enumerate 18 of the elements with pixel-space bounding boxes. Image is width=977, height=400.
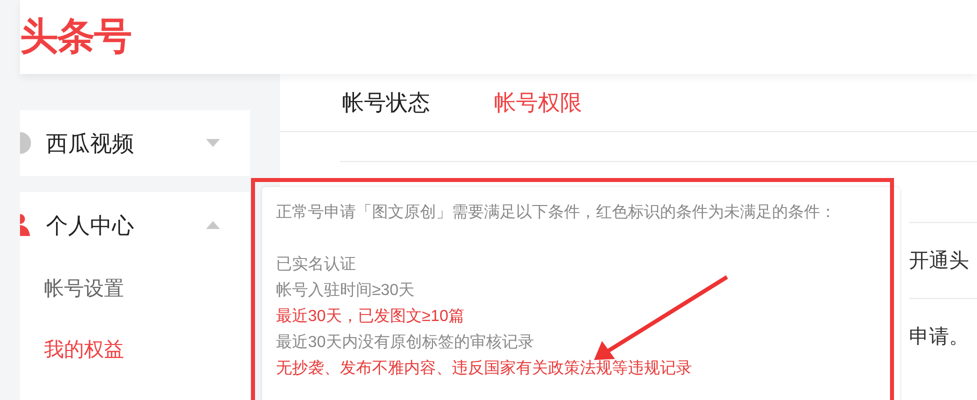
popover-intro: 正常号申请「图文原创」需要满足以下条件，红色标识的条件为未满足的条件： (276, 202, 837, 223)
tab[interactable]: 帐号状态 (342, 86, 430, 119)
logo[interactable]: 头条号 (20, 18, 132, 56)
condition-text: 已实名认证 (276, 254, 356, 275)
caret-down-icon[interactable] (206, 139, 220, 147)
sidebar-item[interactable]: 个人中心 (46, 208, 192, 242)
condition-text: 帐号入驻时间≥30天 (276, 280, 415, 301)
submenu-item[interactable]: 我的权益 (44, 319, 250, 380)
condition-text: 无抄袭、发布不雅内容、违反国家有关政策法规等违规记录 (276, 358, 692, 379)
submenu-item[interactable]: 帐号设置 (44, 258, 250, 319)
condition-text: 最近30天内没有原创标签的审核记录 (276, 332, 534, 353)
row-text: 开通头 (909, 248, 969, 274)
caret-up-icon[interactable] (206, 221, 220, 229)
condition-text: 最近30天，已发图文≥10篇 (276, 306, 464, 327)
person-icon (20, 214, 32, 236)
tab[interactable]: 帐号权限 (494, 86, 582, 119)
row-text: 申请。 (909, 324, 969, 350)
sidebar-item[interactable]: 西瓜视频 (46, 126, 192, 160)
